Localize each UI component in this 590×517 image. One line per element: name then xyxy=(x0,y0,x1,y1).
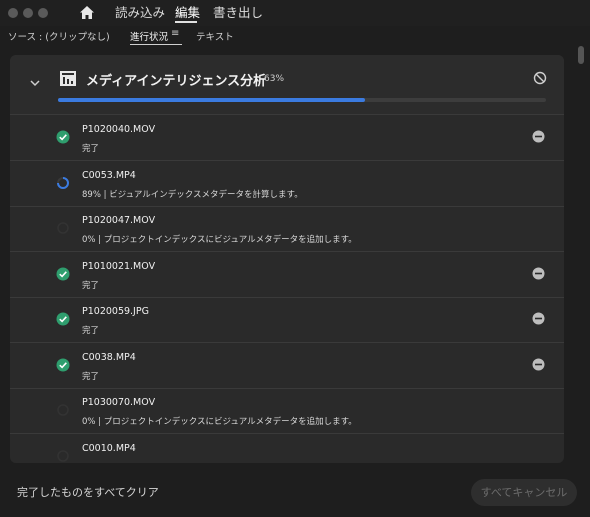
file-name: P1020040.MOV xyxy=(82,124,156,135)
chevron-down-icon[interactable] xyxy=(30,79,40,87)
close-window-button[interactable] xyxy=(8,8,18,18)
tab-progress[interactable]: 進行状況 xyxy=(130,29,168,43)
panel-title: メディアインテリジェンス分析 xyxy=(86,74,267,89)
remove-icon[interactable] xyxy=(532,130,545,143)
tab-import[interactable]: 読み込み xyxy=(115,5,165,21)
complete-check-icon xyxy=(56,267,70,280)
job-status: 完了 xyxy=(82,280,100,291)
file-name: P1020059.JPG xyxy=(82,306,149,317)
overall-progress-bar xyxy=(58,98,546,102)
overall-percent: 63% xyxy=(264,74,285,84)
progress-panel: メディアインテリジェンス分析 63% P1020040.MOV 完了 C0053.M… xyxy=(10,55,564,463)
overall-progress-fill xyxy=(58,98,366,102)
job-status: 完了 xyxy=(82,371,100,382)
source-label: ソース : (クリップなし) xyxy=(8,32,110,43)
complete-check-icon xyxy=(56,358,70,371)
job-row: P1020040.MOV 完了 xyxy=(10,116,564,161)
job-row: P1020047.MOV 0% | プロジェクトインデックスにビジュアルメタデータ… xyxy=(10,207,564,252)
remove-icon[interactable] xyxy=(532,358,545,371)
scrollbar-thumb[interactable] xyxy=(578,46,584,64)
complete-check-icon xyxy=(56,130,70,144)
remove-icon[interactable] xyxy=(532,267,545,280)
spinner-icon xyxy=(57,176,69,189)
job-row: P1030070.MOV 0% | プロジェクトインデックスにビジュアルメタデータ… xyxy=(10,389,564,434)
pending-icon xyxy=(57,404,69,416)
cancel-all-button[interactable]: すべてキャンセル xyxy=(471,479,577,506)
job-row: C0038.MP4 完了 xyxy=(10,344,564,389)
job-row: C0053.MP4 89% | ビジュアルインデックスメタデータを計算します。 xyxy=(10,162,564,207)
file-name: C0010.MP4 xyxy=(82,442,136,454)
tab-export[interactable]: 書き出し xyxy=(213,5,263,21)
panel-header: メディアインテリジェンス分析 63% xyxy=(10,55,564,115)
tab-edit[interactable]: 編集 xyxy=(175,5,200,21)
job-row: P1010021.MOV 完了 xyxy=(10,253,564,298)
stop-icon[interactable] xyxy=(533,71,547,85)
file-name: P1020047.MOV xyxy=(82,215,156,226)
file-name: C0053.MP4 xyxy=(82,169,136,181)
footer: 完了したものをすべてクリア すべてキャンセル xyxy=(0,463,590,517)
active-tab-indicator xyxy=(175,21,197,23)
remove-icon[interactable] xyxy=(532,312,545,325)
panel-menu-icon[interactable]: ≡ xyxy=(171,28,179,39)
job-status: 完了 xyxy=(82,326,100,336)
job-row: C0010.MP4 xyxy=(10,435,564,464)
active-subtab-indicator xyxy=(130,44,182,45)
file-name: P1030070.MOV xyxy=(82,397,156,408)
job-status: 0% | プロジェクトインデックスにビジュアルメタデータを追加します。 xyxy=(82,417,357,427)
zoom-window-button[interactable] xyxy=(38,8,48,18)
title-bar: 読み込み 編集 書き出し xyxy=(0,0,590,26)
job-status: 完了 xyxy=(82,144,100,154)
clear-completed-button[interactable]: 完了したものをすべてクリア xyxy=(17,484,159,500)
tab-text[interactable]: テキスト xyxy=(196,29,234,43)
panel-toolbar: ソース : (クリップなし) 進行状況 ≡ テキスト xyxy=(0,26,590,48)
file-name: P1010021.MOV xyxy=(82,260,156,272)
home-icon[interactable] xyxy=(79,5,95,20)
job-status: 89% | ビジュアルインデックスメタデータを計算します。 xyxy=(82,189,303,200)
pending-icon xyxy=(57,449,69,462)
file-name: C0038.MP4 xyxy=(82,351,136,363)
pending-icon xyxy=(57,222,69,234)
media-intelligence-icon xyxy=(60,71,76,86)
job-row: P1020059.JPG 完了 xyxy=(10,298,564,343)
minimize-window-button[interactable] xyxy=(23,8,33,18)
complete-check-icon xyxy=(56,312,70,326)
job-status: 0% | プロジェクトインデックスにビジュアルメタデータを追加します。 xyxy=(82,235,357,245)
